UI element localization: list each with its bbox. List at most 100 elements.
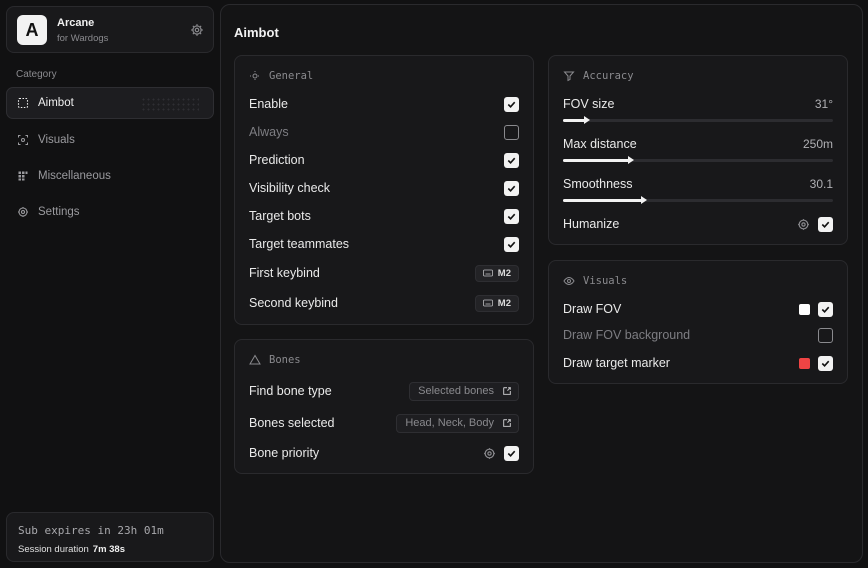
check-icon	[507, 185, 516, 192]
sidebar-item-label: Aimbot	[38, 97, 74, 109]
setting-label: Target bots	[249, 209, 311, 223]
setting-label: Find bone type	[249, 384, 332, 398]
gear-icon[interactable]	[190, 23, 204, 37]
prediction-checkbox[interactable]	[504, 152, 519, 168]
panel-title: Visuals	[583, 275, 628, 287]
slider-thumb[interactable]	[627, 156, 634, 164]
slider-label: Smoothness	[563, 177, 633, 191]
general-panel: General Enable Always Prediction Visibil…	[234, 55, 534, 325]
enable-checkbox[interactable]	[504, 96, 519, 112]
brand-card: A Arcane for Wardogs	[6, 6, 214, 53]
panel-title: General	[269, 70, 314, 82]
second-keybind-button[interactable]: M2	[474, 294, 519, 312]
setting-row-draw-fov-background: Draw FOV background	[563, 325, 833, 345]
panel-title: Accuracy	[583, 70, 634, 82]
setting-label: Visibility check	[249, 181, 331, 195]
keybind-value: M2	[497, 267, 511, 279]
session-duration: Session duration 7m 38s	[18, 544, 125, 555]
setting-row-visibility-check: Visibility check	[249, 178, 519, 198]
max-distance-slider[interactable]	[563, 156, 833, 164]
grid-icon	[18, 171, 28, 181]
fov-size-slider-row: FOV size 31°	[563, 95, 833, 129]
bones-selected-select[interactable]: Head, Neck, Body	[396, 413, 519, 433]
select-value: Head, Neck, Body	[405, 417, 494, 429]
slider-value: 30.1	[809, 177, 833, 191]
panel-header: Accuracy	[563, 70, 634, 82]
expand-icon	[503, 387, 511, 395]
setting-label: Prediction	[249, 153, 305, 167]
draw-fov-checkbox[interactable]	[818, 301, 833, 317]
setting-row-draw-fov: Draw FOV	[563, 299, 833, 319]
sidebar-item-visuals[interactable]: Visuals	[6, 124, 214, 156]
keybind-value: M2	[497, 297, 511, 309]
smoothness-slider-row: Smoothness 30.1	[563, 175, 833, 209]
setting-row-first-keybind: First keybind M2	[249, 263, 519, 283]
bones-panel: Bones Find bone type Selected bones Bone…	[234, 339, 534, 474]
target-bots-checkbox[interactable]	[504, 208, 519, 224]
setting-row-target-teammates: Target teammates	[249, 234, 519, 254]
bone-priority-checkbox[interactable]	[504, 445, 519, 461]
setting-label: Draw FOV	[563, 302, 622, 316]
humanize-checkbox[interactable]	[818, 216, 833, 232]
smoothness-slider[interactable]	[563, 196, 833, 204]
fov-size-slider[interactable]	[563, 116, 833, 124]
setting-label: Bone priority	[249, 446, 320, 460]
draw-fov-background-checkbox[interactable]	[818, 327, 833, 343]
slider-fill	[563, 199, 644, 202]
slider-thumb[interactable]	[584, 116, 591, 124]
setting-label: Humanize	[563, 217, 620, 231]
check-icon	[821, 360, 830, 367]
accuracy-panel: Accuracy FOV size 31° Max distance 250m …	[548, 55, 848, 245]
filter-icon	[563, 71, 575, 82]
keyboard-icon	[482, 299, 493, 307]
slider-value: 250m	[802, 137, 833, 151]
draw-target-marker-color-swatch[interactable]	[799, 357, 810, 369]
expand-icon	[503, 419, 511, 427]
setting-row-enable: Enable	[249, 94, 519, 114]
sidebar-item-miscellaneous[interactable]: Miscellaneous	[6, 160, 214, 192]
session-value: 7m 38s	[92, 544, 126, 555]
sub-expires-text: Sub expires in 23h 01m	[18, 524, 164, 537]
setting-row-target-bots: Target bots	[249, 206, 519, 226]
first-keybind-button[interactable]: M2	[474, 264, 519, 282]
find-bone-type-select[interactable]: Selected bones	[409, 381, 519, 401]
slider-label: FOV size	[563, 97, 615, 111]
sidebar-item-label: Visuals	[38, 134, 75, 146]
setting-label: Target teammates	[249, 237, 350, 251]
keyboard-icon	[482, 269, 493, 277]
panel-title: Bones	[269, 354, 301, 366]
gear-icon	[18, 207, 28, 217]
triangle-icon	[249, 354, 261, 365]
check-icon	[507, 101, 516, 108]
setting-row-bones-selected: Bones selected Head, Neck, Body	[249, 413, 519, 433]
always-checkbox[interactable]	[504, 124, 519, 140]
slider-thumb[interactable]	[641, 196, 647, 204]
sidebar-item-aimbot[interactable]: Aimbot	[6, 87, 214, 119]
page-title: Aimbot	[234, 25, 279, 40]
setting-row-prediction: Prediction	[249, 150, 519, 170]
dot-pattern	[141, 97, 199, 111]
gear-icon[interactable]	[797, 218, 810, 231]
visibility-check-checkbox[interactable]	[504, 180, 519, 196]
setting-label: First keybind	[249, 266, 320, 280]
check-icon	[507, 157, 516, 164]
setting-row-always: Always	[249, 122, 519, 142]
setting-row-draw-target-marker: Draw target marker	[563, 353, 833, 373]
setting-label: Always	[249, 125, 289, 139]
check-icon	[507, 450, 516, 457]
gear-icon[interactable]	[483, 447, 496, 460]
slider-label: Max distance	[563, 137, 637, 151]
category-title: Category	[16, 69, 57, 80]
draw-target-marker-checkbox[interactable]	[818, 355, 833, 371]
max-distance-slider-row: Max distance 250m	[563, 135, 833, 169]
sidebar-item-settings[interactable]: Settings	[6, 196, 214, 228]
check-icon	[821, 221, 830, 228]
crosshair-dashed-icon	[17, 97, 29, 109]
draw-fov-color-swatch[interactable]	[799, 303, 810, 315]
slider-value: 31°	[814, 97, 833, 111]
setting-label: Draw target marker	[563, 356, 670, 370]
target-teammates-checkbox[interactable]	[504, 236, 519, 252]
subscription-card: Sub expires in 23h 01m Session duration 7…	[6, 512, 214, 562]
crosshair-icon	[250, 71, 260, 81]
setting-label: Draw FOV background	[563, 328, 691, 342]
